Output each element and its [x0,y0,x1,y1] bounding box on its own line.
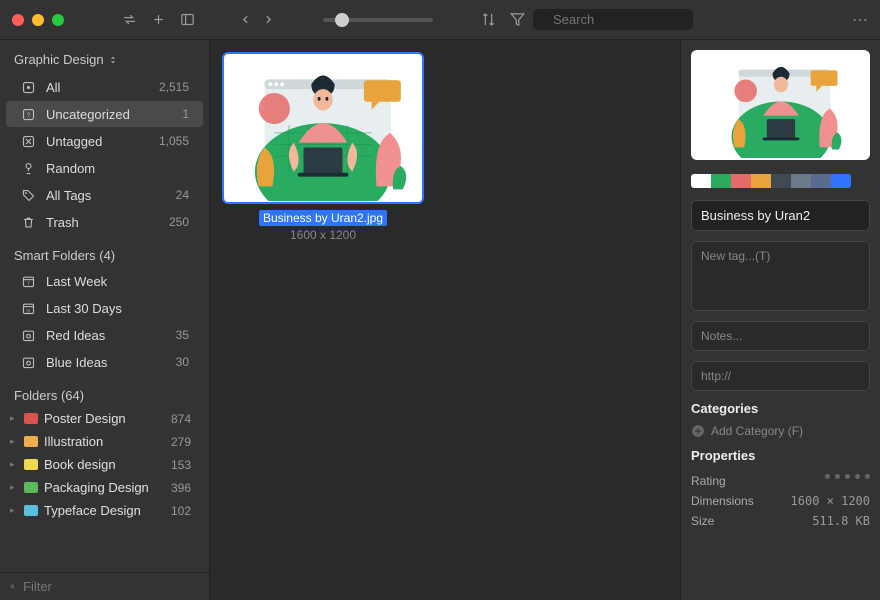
color-swatch[interactable] [831,174,851,188]
chevron-right-icon[interactable]: ▸ [10,436,18,447]
folder-icon [24,413,38,424]
library-switcher[interactable]: Graphic Design [0,46,209,73]
folder-book-design[interactable]: ▸Book design153 [0,453,209,476]
nav-arrows [239,13,275,26]
color-swatch[interactable] [791,174,811,188]
grid-item-name[interactable]: Business by Uran2.jpg [259,210,387,226]
random-icon [20,160,36,176]
folders-header[interactable]: Folders (64) [0,376,209,407]
cal31-icon: 31 [20,300,36,316]
add-category-button[interactable]: Add Category (F) [691,424,870,438]
traffic-lights [12,14,64,26]
uncat-icon: ? [20,106,36,122]
zoom-thumb[interactable] [335,13,349,27]
sidebar-item-random[interactable]: Random [6,155,203,181]
search-input[interactable] [553,12,729,27]
sidebar-item-uncategorized[interactable]: ?Uncategorized1 [6,101,203,127]
grid-item[interactable]: Business by Uran2.jpg 1600 x 1200 [222,52,424,242]
prop-dimensions: Dimensions 1600 × 1200 [691,491,870,511]
filter-icon[interactable] [510,12,525,27]
transfer-icon[interactable] [122,12,137,27]
color-swatch[interactable] [751,174,771,188]
rating-dots[interactable] [825,474,870,488]
more-icon[interactable]: ⋯ [852,10,868,30]
illustration-preview [225,55,421,201]
sidebar-item-untagged[interactable]: Untagged1,055 [6,128,203,154]
folder-icon [24,505,38,516]
name-input[interactable] [691,200,870,231]
sidebar-filter-input[interactable] [23,579,199,594]
trash-icon [20,214,36,230]
color-swatch[interactable] [711,174,731,188]
chevron-right-icon[interactable]: ▸ [10,482,18,493]
smart-folder-blue-ideas[interactable]: Blue Ideas30 [6,349,203,375]
folder-poster-design[interactable]: ▸Poster Design874 [0,407,209,430]
zoom-window[interactable] [52,14,64,26]
color-swatch[interactable] [731,174,751,188]
chevron-updown-icon [108,55,118,65]
search-icon [10,580,15,593]
color-swatch[interactable] [771,174,791,188]
close-window[interactable] [12,14,24,26]
folder-icon [24,482,38,493]
plus-icon[interactable] [151,12,166,27]
titlebar: ⋯ [0,0,880,40]
folder-icon [24,459,38,470]
thumbnail[interactable] [222,52,424,204]
sidebar-item-trash[interactable]: Trash250 [6,209,203,235]
prop-size: Size 511.8 KB [691,511,870,531]
sort-icon[interactable] [481,12,496,27]
categories-label: Categories [691,401,870,416]
plus-circle-icon [691,424,705,438]
search-box[interactable] [533,9,693,30]
inspector-panel: New tag...(T) Notes... http:// Categorie… [680,40,880,600]
smart-folders-header[interactable]: Smart Folders (4) [0,236,209,267]
notes-input[interactable]: Notes... [691,321,870,351]
all-icon [20,79,36,95]
folder-typeface-design[interactable]: ▸Typeface Design102 [0,499,209,522]
svg-text:?: ? [26,112,30,119]
cal7-icon: 7 [20,273,36,289]
library-name: Graphic Design [14,52,104,67]
prop-rating: Rating [691,471,870,491]
sidebar-item-all[interactable]: All2,515 [6,74,203,100]
minimize-window[interactable] [32,14,44,26]
chevron-right-icon[interactable]: ▸ [10,505,18,516]
sidebar-item-all-tags[interactable]: All Tags24 [6,182,203,208]
color-swatches [691,174,870,188]
smart-folder-last-30-days[interactable]: 31Last 30 Days [6,295,203,321]
sidebar-filter[interactable] [0,572,209,600]
svg-text:7: 7 [27,281,30,287]
zoom-slider[interactable] [323,18,433,22]
grid-item-dimensions: 1600 x 1200 [290,228,356,242]
smart-folder-last-week[interactable]: 7Last Week [6,268,203,294]
inspector-preview[interactable] [691,50,870,160]
color-swatch[interactable] [691,174,711,188]
smart-folder-red-ideas[interactable]: Red Ideas35 [6,322,203,348]
chevron-right-icon[interactable]: ▸ [10,413,18,424]
forward-icon[interactable] [262,13,275,26]
back-icon[interactable] [239,13,252,26]
color-swatch[interactable] [811,174,831,188]
folder-illustration[interactable]: ▸Illustration279 [0,430,209,453]
properties-label: Properties [691,448,870,463]
chevron-right-icon[interactable]: ▸ [10,459,18,470]
illustration-preview [693,52,869,158]
untag-icon [20,133,36,149]
sidebar-toggle-icon[interactable] [180,12,195,27]
toolbar-left-icons [122,12,195,27]
idea-icon [20,327,36,343]
folder-packaging-design[interactable]: ▸Packaging Design396 [0,476,209,499]
sidebar: Graphic Design All2,515?Uncategorized1Un… [0,40,210,600]
idea-icon [20,354,36,370]
content-grid[interactable]: Business by Uran2.jpg 1600 x 1200 [210,40,680,600]
url-input[interactable]: http:// [691,361,870,391]
tags-input[interactable]: New tag...(T) [691,241,870,311]
svg-text:31: 31 [26,308,31,313]
folder-icon [24,436,38,447]
tags-icon [20,187,36,203]
